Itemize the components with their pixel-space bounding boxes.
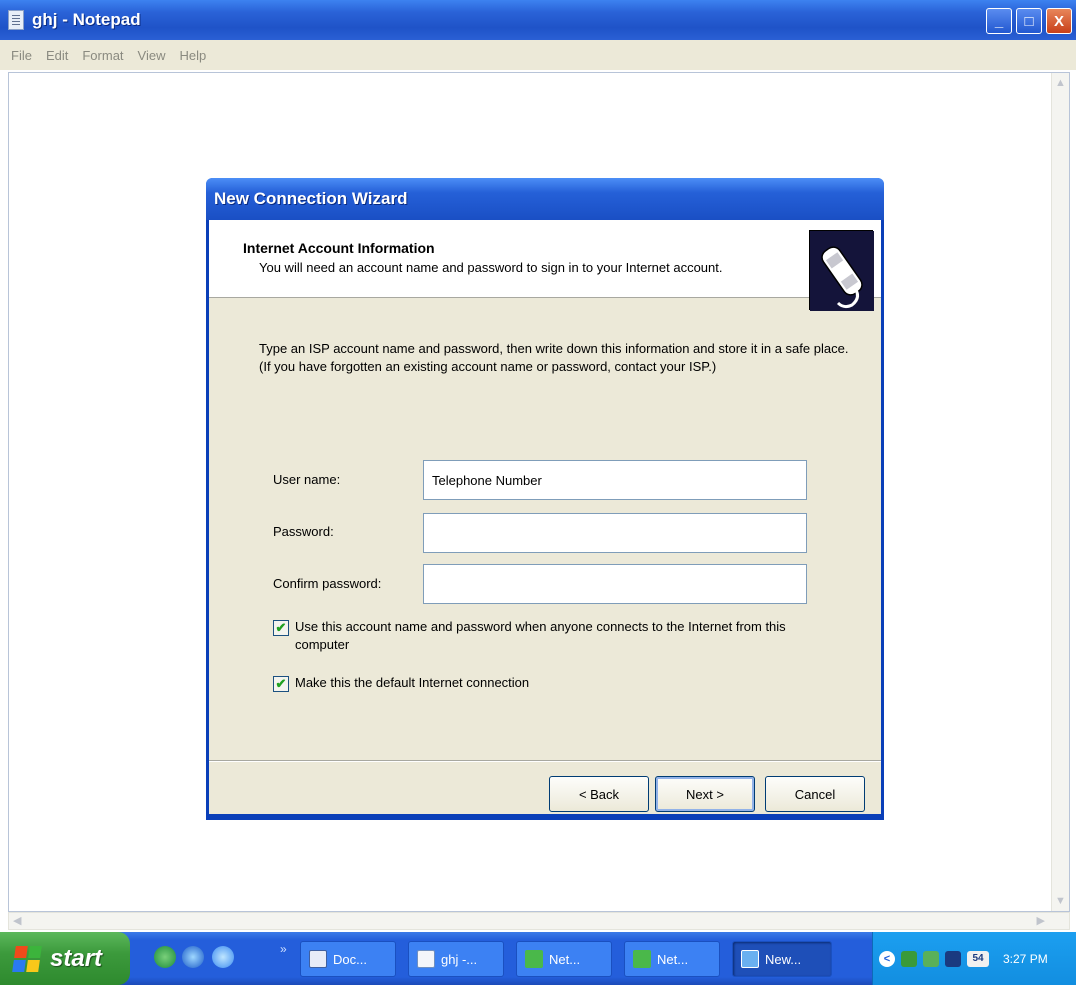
- tray-badge-icon[interactable]: 54: [967, 950, 989, 967]
- menu-view[interactable]: View: [131, 48, 173, 63]
- menu-bar: File Edit Format View Help: [0, 40, 1076, 70]
- task-label: Net...: [549, 951, 581, 967]
- quick-launch-overflow-icon[interactable]: »: [280, 942, 287, 956]
- default-connection-option[interactable]: ✔ Make this the default Internet connect…: [273, 674, 835, 692]
- page-subheading: You will need an account name and passwo…: [259, 260, 723, 275]
- task-label: New...: [765, 951, 802, 967]
- wizard-title: New Connection Wizard: [214, 189, 408, 208]
- scroll-up-arrow-icon[interactable]: ▲: [1055, 77, 1066, 89]
- windows-logo-icon: [12, 945, 42, 972]
- minimize-button[interactable]: _: [986, 8, 1012, 34]
- network-icon[interactable]: [154, 946, 176, 968]
- user-name-label: User name:: [273, 472, 341, 487]
- window-title: ghj - Notepad: [32, 10, 141, 29]
- default-connection-checkbox[interactable]: ✔: [273, 676, 289, 692]
- taskbar: start » Doc... ghj -... Net... Net... Ne…: [0, 932, 1076, 985]
- scroll-right-arrow-icon[interactable]: ▶: [1037, 914, 1045, 927]
- default-connection-label: Make this the default Internet connectio…: [295, 675, 530, 690]
- menu-format[interactable]: Format: [75, 48, 130, 63]
- clock[interactable]: 3:27 PM: [1003, 952, 1048, 966]
- ie-alt-icon[interactable]: [212, 946, 234, 968]
- task-button-new-connection[interactable]: New...: [732, 941, 832, 977]
- next-button[interactable]: Next >: [655, 776, 755, 812]
- button-separator: [209, 760, 881, 762]
- task-button-network-2[interactable]: Net...: [624, 941, 720, 977]
- menu-help[interactable]: Help: [172, 48, 213, 63]
- tray-monitor-icon[interactable]: [945, 950, 961, 967]
- confirm-password-label: Confirm password:: [273, 576, 382, 591]
- cancel-button[interactable]: Cancel: [765, 776, 865, 812]
- task-button-document[interactable]: Doc...: [300, 941, 396, 977]
- task-label: Net...: [657, 951, 689, 967]
- task-button-notepad[interactable]: ghj -...: [408, 941, 504, 977]
- wizard-icon: [741, 950, 759, 968]
- notepad-icon: [417, 950, 435, 968]
- use-account-option[interactable]: ✔ Use this account name and password whe…: [273, 618, 835, 654]
- scroll-left-arrow-icon[interactable]: ◀: [13, 914, 21, 927]
- use-account-label: Use this account name and password when …: [295, 619, 786, 652]
- show-hidden-icons-icon[interactable]: <: [879, 950, 895, 967]
- menu-file[interactable]: File: [4, 48, 39, 63]
- new-connection-wizard-dialog: New Connection Wizard Internet Account I…: [206, 178, 884, 820]
- task-label: ghj -...: [441, 951, 478, 967]
- scroll-down-arrow-icon[interactable]: ▼: [1055, 895, 1066, 907]
- start-label: start: [50, 944, 103, 972]
- maximize-button[interactable]: □: [1016, 8, 1042, 34]
- internet-explorer-icon[interactable]: [182, 946, 204, 968]
- back-button[interactable]: < Back: [549, 776, 649, 812]
- wizard-header: Internet Account Information You will ne…: [209, 220, 881, 311]
- task-label: Doc...: [333, 951, 367, 967]
- notepad-icon: [8, 10, 24, 30]
- horizontal-scrollbar[interactable]: ◀ ▶: [8, 912, 1070, 930]
- wizard-title-bar[interactable]: New Connection Wizard: [206, 178, 884, 220]
- tray-network-icon[interactable]: [923, 950, 939, 967]
- menu-edit[interactable]: Edit: [39, 48, 75, 63]
- password-input[interactable]: [423, 513, 807, 553]
- network-connection-icon: [525, 950, 543, 968]
- user-name-input[interactable]: [423, 460, 807, 500]
- window-controls: _ □ X: [986, 8, 1072, 34]
- task-button-network-1[interactable]: Net...: [516, 941, 612, 977]
- notepad-title-bar[interactable]: ghj - Notepad _ □ X: [0, 0, 1076, 40]
- word-document-icon: [309, 950, 327, 968]
- confirm-password-input[interactable]: [423, 564, 807, 604]
- system-tray: < 54 3:27 PM: [872, 932, 1076, 985]
- phone-handset-icon: [809, 230, 874, 311]
- instructions-text: Type an ISP account name and password, t…: [259, 341, 849, 374]
- tray-network-icon[interactable]: [901, 950, 917, 967]
- password-label: Password:: [273, 524, 334, 539]
- vertical-scrollbar[interactable]: ▲ ▼: [1051, 73, 1069, 911]
- use-account-checkbox[interactable]: ✔: [273, 620, 289, 636]
- network-connection-icon: [633, 950, 651, 968]
- close-button[interactable]: X: [1046, 8, 1072, 34]
- start-button[interactable]: start: [0, 932, 130, 985]
- page-heading: Internet Account Information: [243, 240, 435, 256]
- wizard-body: Internet Account Information You will ne…: [209, 220, 881, 814]
